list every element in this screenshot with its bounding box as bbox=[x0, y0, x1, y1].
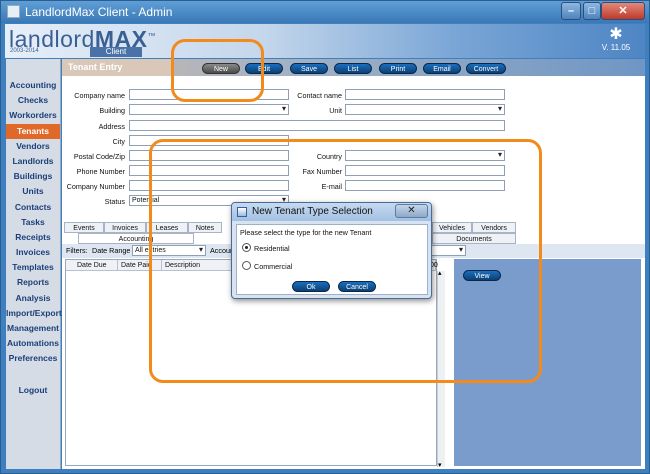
sidebar-item-analysis[interactable]: Analysis bbox=[6, 291, 60, 306]
fax-label: Fax Number bbox=[302, 167, 342, 176]
tab-vendors[interactable]: Vendors bbox=[472, 222, 516, 233]
list-button[interactable]: List bbox=[334, 63, 372, 74]
address-label: Address bbox=[98, 122, 125, 131]
print-button[interactable]: Print bbox=[379, 63, 417, 74]
sidebar-item-contacts[interactable]: Contacts bbox=[6, 200, 60, 215]
sidebar-item-management[interactable]: Management bbox=[6, 321, 60, 336]
tab-accounting[interactable]: Accounting bbox=[78, 233, 194, 244]
toolbar: Tenant Entry New Edit Save List Print Em… bbox=[62, 59, 645, 76]
sidebar-item-accounting[interactable]: Accounting bbox=[6, 78, 60, 93]
column-date-paid[interactable]: Date Paid bbox=[118, 260, 162, 271]
app-icon bbox=[7, 5, 20, 18]
right-pane bbox=[454, 259, 641, 466]
residential-label[interactable]: Residential bbox=[254, 244, 290, 253]
sidebar-item-automations[interactable]: Automations bbox=[6, 336, 60, 351]
dialog-body: Please select the type for the new Tenan… bbox=[236, 224, 428, 295]
sidebar-item-reports[interactable]: Reports bbox=[6, 275, 60, 290]
commercial-radio[interactable] bbox=[242, 261, 251, 270]
building-select[interactable] bbox=[129, 104, 289, 115]
date-range-select[interactable]: All entries bbox=[132, 245, 206, 256]
contact-name-label: Contact name bbox=[297, 91, 342, 100]
tab-leases[interactable]: Leases bbox=[146, 222, 188, 233]
commercial-label[interactable]: Commercial bbox=[254, 262, 292, 271]
status-label: Status bbox=[104, 197, 125, 206]
city-label: City bbox=[112, 137, 125, 146]
table-scrollbar[interactable]: ▴ ▾ bbox=[437, 269, 445, 469]
fax-field[interactable] bbox=[345, 165, 505, 176]
sidebar-item-templates[interactable]: Templates bbox=[6, 260, 60, 275]
tab-events[interactable]: Events bbox=[64, 222, 104, 233]
column-date-due[interactable]: Date Due bbox=[74, 260, 118, 271]
save-button[interactable]: Save bbox=[290, 63, 328, 74]
sidebar-item-checks[interactable]: Checks bbox=[6, 93, 60, 108]
sidebar-item-tenants[interactable]: Tenants bbox=[6, 123, 60, 139]
window-title: LandlordMax Client - Admin bbox=[25, 5, 173, 19]
filters-label: Filters: bbox=[66, 246, 88, 255]
title-bar[interactable]: LandlordMax Client - Admin – □ ✕ bbox=[1, 1, 649, 23]
company-number-label: Company Number bbox=[66, 182, 125, 191]
asterisk-icon: ✱ bbox=[609, 26, 623, 43]
dialog-prompt: Please select the type for the new Tenan… bbox=[240, 228, 372, 237]
tab-invoices[interactable]: Invoices bbox=[104, 222, 146, 233]
building-label: Building bbox=[99, 106, 125, 115]
unit-select[interactable] bbox=[345, 104, 505, 115]
sidebar-item-landlords[interactable]: Landlords bbox=[6, 154, 60, 169]
new-tenant-type-dialog: New Tenant Type Selection ✕ Please selec… bbox=[231, 202, 432, 299]
maximize-icon[interactable]: □ bbox=[583, 2, 601, 20]
app-banner: landlordMAX™ 2003-2014 Client ✱ V. 11.05 bbox=[5, 24, 645, 58]
email-button[interactable]: Email bbox=[423, 63, 461, 74]
section-title: Tenant Entry bbox=[62, 59, 172, 76]
unit-label: Unit bbox=[329, 106, 342, 115]
ok-button[interactable]: Ok bbox=[292, 281, 330, 292]
close-icon[interactable]: ✕ bbox=[601, 2, 645, 20]
email-field[interactable] bbox=[345, 180, 505, 191]
company-number-field[interactable] bbox=[129, 180, 289, 191]
sidebar-item-workorders[interactable]: Workorders bbox=[6, 108, 60, 123]
minimize-icon[interactable]: – bbox=[561, 2, 581, 20]
sidebar-item-vendors[interactable]: Vendors bbox=[6, 139, 60, 154]
postal-code-label: Postal Code/Zip bbox=[73, 152, 125, 161]
sidebar: Accounting Checks Workorders Tenants Vendors… bbox=[6, 59, 62, 469]
company-name-label: Company name bbox=[74, 91, 125, 100]
convert-button[interactable]: Convert bbox=[466, 63, 506, 74]
sidebar-item-tasks[interactable]: Tasks bbox=[6, 215, 60, 230]
scroll-up-icon[interactable]: ▴ bbox=[438, 269, 442, 277]
residential-radio[interactable] bbox=[242, 243, 251, 252]
tab-notes[interactable]: Notes bbox=[188, 222, 222, 233]
cancel-button[interactable]: Cancel bbox=[338, 281, 376, 292]
phone-field[interactable] bbox=[129, 165, 289, 176]
scroll-down-icon[interactable]: ▾ bbox=[438, 461, 442, 469]
sidebar-item-import-export[interactable]: Import/Export bbox=[6, 306, 62, 321]
logo-sub: Client bbox=[90, 47, 142, 57]
logo-years: 2003-2014 bbox=[10, 48, 39, 54]
city-field[interactable] bbox=[129, 135, 289, 146]
sidebar-item-units[interactable]: Units bbox=[6, 184, 60, 199]
country-select[interactable] bbox=[345, 150, 505, 161]
email-label: E-mail bbox=[321, 182, 342, 191]
edit-button[interactable]: Edit bbox=[245, 63, 283, 74]
view-button[interactable]: View bbox=[463, 270, 501, 281]
postal-code-field[interactable] bbox=[129, 150, 289, 161]
date-range-label: Date Range bbox=[92, 246, 131, 255]
phone-label: Phone Number bbox=[76, 167, 125, 176]
address-field[interactable] bbox=[129, 120, 505, 131]
sidebar-item-logout[interactable]: Logout bbox=[6, 383, 60, 398]
contact-name-field[interactable] bbox=[345, 89, 505, 100]
dialog-window-icon bbox=[237, 207, 247, 217]
country-label: Country bbox=[316, 152, 342, 161]
sidebar-item-buildings[interactable]: Buildings bbox=[6, 169, 60, 184]
sidebar-item-preferences[interactable]: Preferences bbox=[6, 351, 60, 366]
dialog-close-button[interactable]: ✕ bbox=[395, 204, 428, 218]
company-name-field[interactable] bbox=[129, 89, 289, 100]
sidebar-item-receipts[interactable]: Receipts bbox=[6, 230, 60, 245]
version-badge: ✱ V. 11.05 bbox=[601, 26, 631, 53]
tab-documents[interactable]: Documents bbox=[432, 233, 516, 244]
new-button[interactable]: New bbox=[202, 63, 240, 74]
tab-vehicles[interactable]: Vehicles bbox=[432, 222, 472, 233]
app-window: LandlordMax Client - Admin – □ ✕ landlor… bbox=[0, 0, 650, 474]
sidebar-item-invoices[interactable]: Invoices bbox=[6, 245, 60, 260]
